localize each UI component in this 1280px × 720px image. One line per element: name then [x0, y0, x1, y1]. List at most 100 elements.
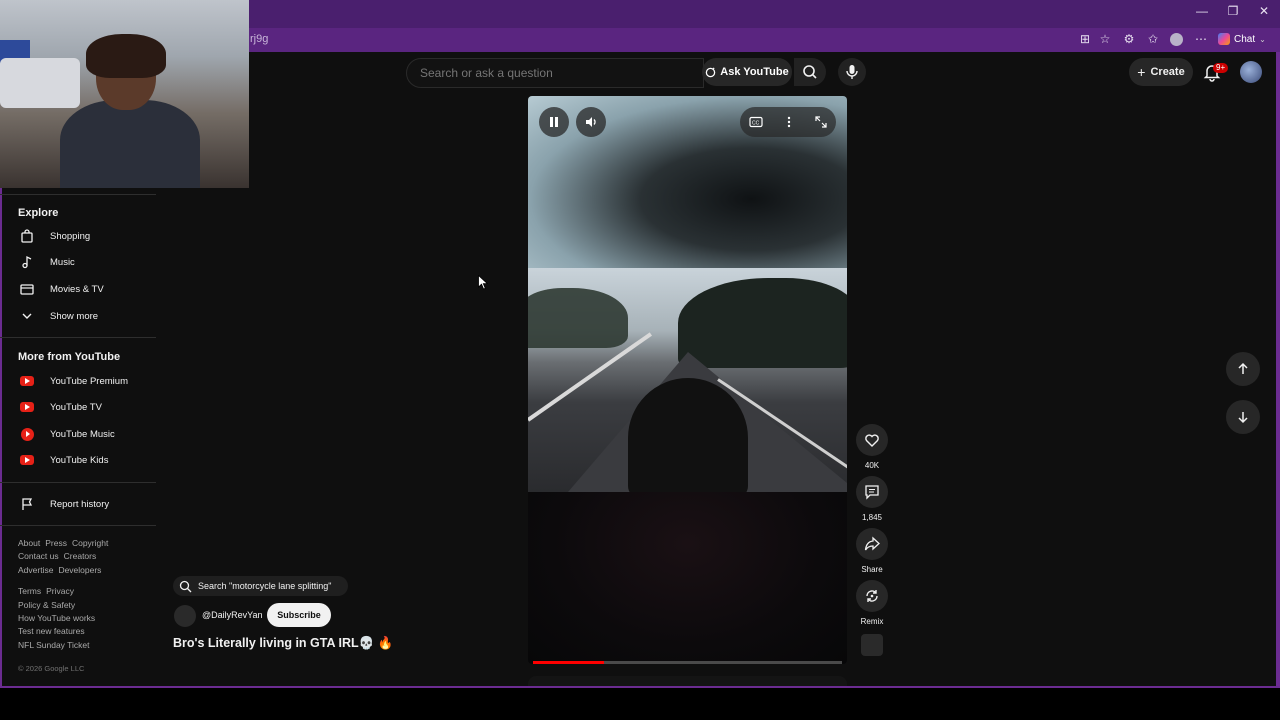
arrow-down-icon — [1238, 412, 1248, 424]
extension-icon[interactable]: ⚙ — [1120, 32, 1138, 46]
channel-avatar[interactable] — [174, 605, 196, 627]
footer-link[interactable]: Copyright — [72, 538, 108, 548]
like-action: 40K — [856, 424, 888, 470]
footer-link[interactable]: Privacy — [46, 586, 74, 596]
sidebar-item-label: Shopping — [50, 230, 91, 242]
footer-links-3: Advertise Developers — [18, 565, 101, 575]
sidebar-item-youtube-music[interactable]: YouTube Music — [0, 421, 156, 447]
sidebar-item-movies[interactable]: Movies & TV — [0, 276, 156, 302]
arrow-up-icon — [1238, 362, 1248, 374]
tab-icon[interactable]: ⊞ — [1076, 32, 1094, 46]
fullscreen-icon[interactable] — [814, 115, 828, 129]
share-action: Share — [856, 528, 888, 574]
channel-name[interactable]: @DailyRevYan — [202, 610, 263, 620]
footer-link[interactable]: Press — [45, 538, 67, 548]
flag-icon — [20, 497, 34, 511]
voice-search-button[interactable] — [838, 58, 866, 86]
footer-link[interactable]: NFL Sunday Ticket — [18, 640, 90, 650]
search-button[interactable] — [794, 58, 826, 86]
youtube-tv-icon — [20, 400, 34, 414]
footer-link[interactable]: Terms — [18, 586, 41, 596]
sidebar-item-youtube-tv[interactable]: YouTube TV — [0, 394, 156, 420]
shorts-video-player[interactable]: CC — [528, 96, 847, 664]
notification-badge: 9+ — [1213, 63, 1229, 73]
footer-links-8: NFL Sunday Ticket — [18, 640, 90, 650]
previous-short-button[interactable] — [1226, 352, 1260, 386]
footer-links-4: Terms Privacy — [18, 586, 74, 596]
heart-icon — [865, 434, 879, 447]
shopping-bag-icon — [20, 229, 34, 243]
close-window-icon[interactable]: ✕ — [1254, 4, 1274, 18]
chevron-down-icon: ⌄ — [1259, 34, 1266, 44]
avatar[interactable] — [1240, 61, 1262, 83]
sidebar-item-label: Show more — [50, 310, 99, 322]
footer-link[interactable]: Advertise — [18, 565, 53, 575]
footer-link[interactable]: Policy & Safety — [18, 600, 75, 610]
footer-link[interactable]: Developers — [58, 565, 101, 575]
restore-icon[interactable]: ❐ — [1223, 4, 1243, 18]
youtube-premium-icon — [20, 374, 34, 388]
chat-button[interactable]: Chat ⌄ — [1218, 33, 1266, 45]
footer-links-1: About Press Copyright — [18, 538, 108, 548]
plus-icon: + — [1137, 64, 1146, 80]
captions-icon[interactable]: CC — [749, 115, 763, 129]
sidebar-item-show-more[interactable]: Show more — [0, 303, 156, 329]
more-icon[interactable]: ⋯ — [1192, 32, 1210, 46]
comment-action: 1,845 — [856, 476, 888, 522]
svg-text:CC: CC — [752, 121, 760, 127]
explore-title: Explore — [18, 207, 59, 219]
volume-icon — [586, 117, 596, 127]
video-progress-bar[interactable] — [533, 661, 842, 664]
sidebar-item-label: YouTube Music — [50, 428, 115, 440]
next-short-button[interactable] — [1226, 400, 1260, 434]
search-icon — [803, 65, 817, 79]
minimize-icon[interactable]: — — [1192, 4, 1212, 18]
search-icon — [179, 580, 192, 592]
youtube-music-icon — [20, 427, 34, 441]
create-button[interactable]: + Create — [1129, 58, 1193, 86]
short-title[interactable]: Bro's Literally living in GTA IRL💀 🔥 — [173, 636, 393, 651]
remix-action: Remix — [856, 580, 888, 626]
footer-links-2: Contact us Creators — [18, 551, 96, 561]
search-input[interactable] — [418, 65, 692, 81]
music-note-icon — [20, 255, 34, 269]
like-count: 40K — [864, 461, 880, 470]
sidebar-item-report-history[interactable]: Report history — [0, 491, 156, 517]
footer-link[interactable]: How YouTube works — [18, 613, 95, 623]
pause-button[interactable] — [539, 107, 569, 137]
profile-icon[interactable] — [1170, 33, 1183, 46]
mouse-cursor-icon — [478, 275, 488, 290]
url-text[interactable]: rj9g — [250, 33, 268, 45]
remix-button[interactable] — [856, 580, 888, 612]
pause-icon — [550, 117, 558, 127]
sidebar-item-youtube-kids[interactable]: YouTube Kids — [0, 447, 156, 473]
star-icon[interactable]: ☆ — [1096, 32, 1114, 46]
sidebar-item-music[interactable]: Music — [0, 249, 156, 275]
ask-youtube-label: Ask YouTube — [720, 66, 789, 78]
footer-links-6: How YouTube works — [18, 613, 95, 623]
footer-link[interactable]: Test new features — [18, 626, 85, 636]
footer-links-7: Test new features — [18, 626, 85, 636]
like-button[interactable] — [856, 424, 888, 456]
sound-thumbnail[interactable] — [861, 634, 883, 656]
remix-label: Remix — [860, 617, 884, 626]
search-suggestion-chip[interactable]: Search "motorcycle lane splitting" — [173, 576, 348, 596]
ask-youtube-button[interactable]: Ask YouTube — [702, 58, 792, 86]
comment-icon — [865, 485, 879, 500]
search-box[interactable] — [406, 58, 704, 88]
sidebar-item-youtube-premium[interactable]: YouTube Premium — [0, 368, 156, 394]
sidebar-item-label: YouTube Premium — [50, 375, 128, 387]
share-button[interactable] — [856, 528, 888, 560]
more-options-icon[interactable] — [782, 115, 796, 129]
comments-button[interactable] — [856, 476, 888, 508]
sidebar-item-shopping[interactable]: Shopping — [0, 223, 156, 249]
subscribe-button[interactable]: Subscribe — [267, 603, 331, 627]
chat-label: Chat — [1234, 33, 1256, 45]
remix-icon — [866, 590, 878, 602]
next-short-preview[interactable] — [528, 676, 847, 686]
footer-link[interactable]: About — [18, 538, 40, 548]
volume-button[interactable] — [576, 107, 606, 137]
footer-link[interactable]: Creators — [64, 551, 97, 561]
footer-link[interactable]: Contact us — [18, 551, 59, 561]
favorites-icon[interactable]: ✩ — [1144, 32, 1162, 46]
